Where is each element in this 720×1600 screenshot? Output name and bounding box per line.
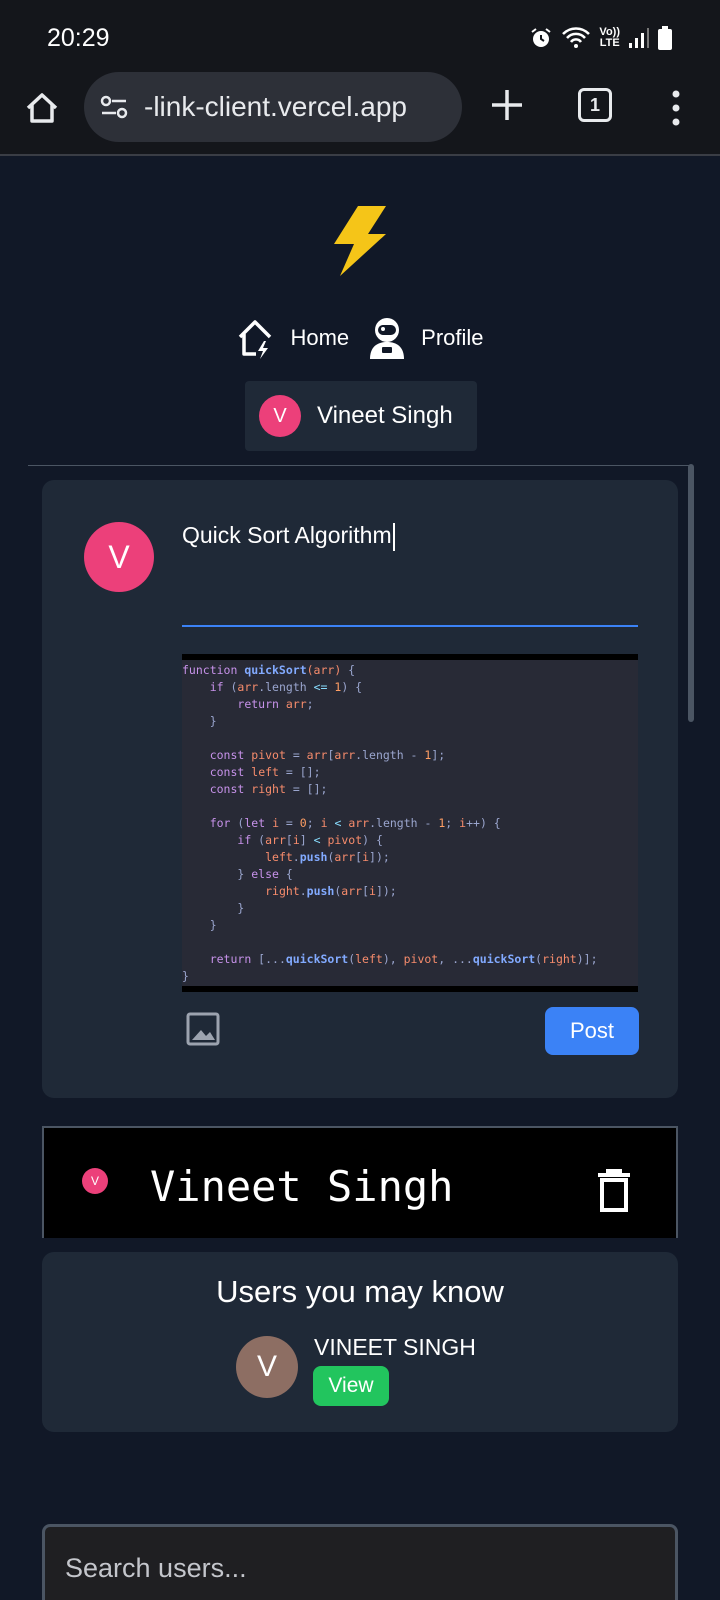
post-text-input[interactable]: Quick Sort Algorithm [182,522,632,551]
input-underline [182,625,638,627]
scrollbar[interactable] [688,464,694,722]
url-text[interactable]: -link-client.vercel.app [144,91,407,123]
volte-bottom: LTE [599,37,620,49]
code-line: right.push(arr[i]); [265,884,397,898]
nav-profile-label: Profile [421,325,484,350]
nav-home-label: Home [290,325,350,350]
more-menu-icon[interactable] [668,90,684,126]
home-icon[interactable] [22,88,62,128]
code-line: } [182,918,217,932]
tab-switcher-button[interactable]: 1 [578,88,612,122]
code-line: } [182,714,217,728]
code-line: const right = []; [209,782,328,796]
alarm-icon [531,28,552,47]
add-image-icon[interactable] [186,1012,220,1046]
battery-icon [658,26,672,50]
delete-post-icon[interactable] [596,1168,632,1212]
post-item: V Vineet Singh [42,1126,678,1238]
lightning-logo-icon [334,206,386,276]
suggestions-title: Users you may know [216,1274,504,1309]
composer-avatar: V [84,522,154,592]
search-users-box[interactable] [42,1524,678,1600]
code-line: if (arr.length <= 1) { [209,680,363,694]
current-user-name: Vineet Singh [317,402,453,429]
app-nav: Home Profile [0,316,720,360]
astronaut-icon [370,318,405,359]
tab-count: 1 [589,94,600,115]
nav-home[interactable]: Home [236,317,349,359]
code-line: const left = []; [209,765,321,779]
signal-icon [629,28,649,48]
post-author-avatar: V [82,1168,108,1194]
code-line: left.push(arr[i]); [265,850,390,864]
status-bar: 20:29 Vo)) LTE [0,0,720,70]
new-tab-icon[interactable] [488,86,526,124]
text-caret [392,522,395,551]
view-user-button[interactable]: View [313,1366,389,1406]
status-time: 20:29 [47,24,110,52]
search-users-input[interactable] [65,1553,655,1584]
code-line: function quickSort(arr) { [182,663,356,677]
attached-code-image: function quickSort(arr) { if (arr.length… [182,654,638,992]
code-line: return [...quickSort(left), pivot, ...qu… [209,952,598,966]
status-icons: Vo)) LTE [529,26,672,50]
suggested-user-avatar: V [236,1336,298,1398]
post-composer: V Quick Sort Algorithm function quickSor… [42,480,678,1098]
current-user-chip[interactable]: V Vineet Singh [245,381,477,451]
code-line: } else { [182,867,293,881]
browser-toolbar: -link-client.vercel.app 1 [0,70,720,156]
site-settings-icon[interactable] [98,91,130,123]
divider [28,465,692,466]
users-you-may-know-card: Users you may know V VINEET SINGH View [42,1252,678,1432]
code-line: } [182,969,189,983]
volte-label: Vo)) LTE [599,27,620,49]
code-line: } [182,901,245,915]
wifi-icon [562,27,591,48]
address-bar[interactable]: -link-client.vercel.app [84,72,462,142]
avatar: V [259,395,301,437]
nav-profile[interactable]: Profile [367,317,484,359]
post-author-name: Vineet Singh [150,1162,454,1211]
home-bolt-icon [239,320,272,359]
post-text-value: Quick Sort Algorithm [182,522,392,548]
code-line: return arr; [237,697,314,711]
code-line: for (let i = 0; i < arr.length - 1; i++)… [209,816,501,830]
suggested-user-name: VINEET SINGH [314,1334,476,1360]
code-line: const pivot = arr[arr.length - 1]; [209,748,446,762]
post-button[interactable]: Post [545,1007,639,1055]
code-line: if (arr[i] < pivot) { [237,833,383,847]
